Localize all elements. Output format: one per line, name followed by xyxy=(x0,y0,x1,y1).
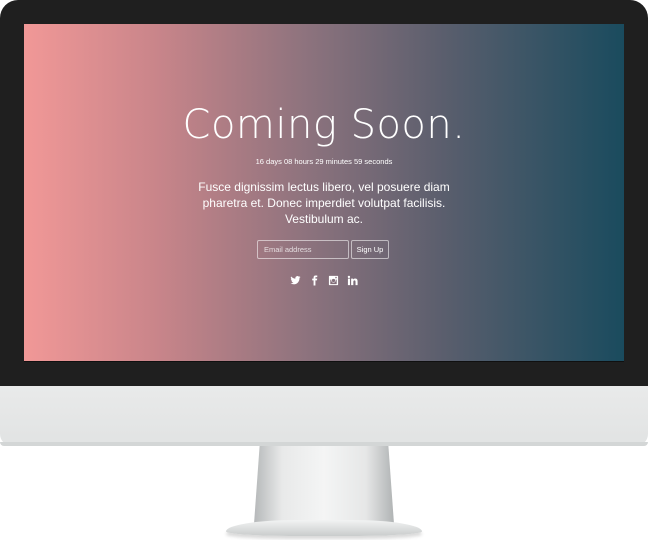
twitter-icon[interactable] xyxy=(290,275,301,286)
instagram-icon[interactable] xyxy=(328,275,339,286)
signup-form: Sign Up xyxy=(257,240,389,259)
imac-mockup: Coming Soon. 16 days 08 hours 29 minutes… xyxy=(0,0,648,540)
monitor-stand xyxy=(254,446,394,524)
social-links xyxy=(24,275,624,286)
hero-description: Fusce dignissim lectus libero, vel posue… xyxy=(198,180,450,226)
email-field[interactable] xyxy=(257,240,349,259)
page-title: Coming Soon. xyxy=(182,102,466,148)
monitor-chin xyxy=(0,386,648,446)
screen-bottom-edge xyxy=(24,361,624,362)
monitor-stand-base xyxy=(226,520,422,536)
sign-up-button[interactable]: Sign Up xyxy=(351,240,389,259)
facebook-icon[interactable] xyxy=(309,275,320,286)
countdown-timer: 16 days 08 hours 29 minutes 59 seconds xyxy=(255,157,393,166)
coming-soon-screen: Coming Soon. 16 days 08 hours 29 minutes… xyxy=(24,24,624,361)
linkedin-icon[interactable] xyxy=(347,275,358,286)
